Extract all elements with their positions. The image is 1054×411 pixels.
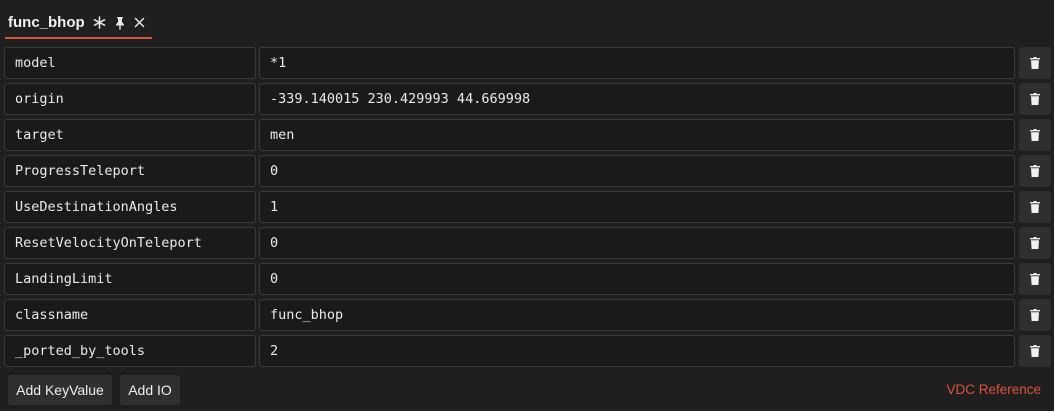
key-field[interactable]: _ported_by_tools — [4, 335, 256, 367]
tab-func-bhop[interactable]: func_bhop — [5, 8, 152, 39]
keyvalue-row: LandingLimit 0 — [4, 263, 1052, 295]
delete-button[interactable] — [1019, 155, 1051, 187]
value-field[interactable]: func_bhop — [259, 299, 1015, 331]
value-field[interactable]: *1 — [259, 47, 1015, 79]
trash-icon — [1030, 129, 1040, 141]
keyvalue-row: _ported_by_tools 2 — [4, 335, 1052, 367]
delete-button[interactable] — [1019, 83, 1051, 115]
keyvalue-row: classname func_bhop — [4, 299, 1052, 331]
keyvalue-row: model *1 — [4, 47, 1052, 79]
delete-button[interactable] — [1019, 335, 1051, 367]
key-field[interactable]: model — [4, 47, 256, 79]
key-field[interactable]: UseDestinationAngles — [4, 191, 256, 223]
value-field[interactable]: men — [259, 119, 1015, 151]
delete-button[interactable] — [1019, 191, 1051, 223]
delete-button[interactable] — [1019, 263, 1051, 295]
value-field[interactable]: 1 — [259, 191, 1015, 223]
value-field[interactable]: 0 — [259, 263, 1015, 295]
asterisk-icon[interactable] — [93, 16, 107, 30]
add-io-button[interactable]: Add IO — [120, 375, 180, 405]
trash-icon — [1030, 345, 1040, 357]
keyvalue-row: UseDestinationAngles 1 — [4, 191, 1052, 223]
keyvalue-list: model *1 origin -339.140015 230.429993 4… — [4, 47, 1052, 371]
key-field[interactable]: classname — [4, 299, 256, 331]
tab-bar: func_bhop — [0, 0, 1054, 40]
tab-title: func_bhop — [8, 14, 85, 31]
trash-icon — [1030, 93, 1040, 105]
vdc-reference-link[interactable]: VDC Reference — [946, 382, 1041, 397]
delete-button[interactable] — [1019, 119, 1051, 151]
delete-button[interactable] — [1019, 227, 1051, 259]
value-field[interactable]: 0 — [259, 227, 1015, 259]
trash-icon — [1030, 165, 1040, 177]
key-field[interactable]: ResetVelocityOnTeleport — [4, 227, 256, 259]
keyvalue-row: ProgressTeleport 0 — [4, 155, 1052, 187]
keyvalue-row: origin -339.140015 230.429993 44.669998 — [4, 83, 1052, 115]
key-field[interactable]: ProgressTeleport — [4, 155, 256, 187]
trash-icon — [1030, 273, 1040, 285]
trash-icon — [1030, 309, 1040, 321]
value-field[interactable]: 0 — [259, 155, 1015, 187]
value-field[interactable]: -339.140015 230.429993 44.669998 — [259, 83, 1015, 115]
key-field[interactable]: LandingLimit — [4, 263, 256, 295]
value-field[interactable]: 2 — [259, 335, 1015, 367]
keyvalue-row: ResetVelocityOnTeleport 0 — [4, 227, 1052, 259]
trash-icon — [1030, 237, 1040, 249]
delete-button[interactable] — [1019, 299, 1051, 331]
trash-icon — [1030, 57, 1040, 69]
footer-bar: Add KeyValue Add IO VDC Reference — [0, 372, 1054, 406]
key-field[interactable]: target — [4, 119, 256, 151]
keyvalue-row: target men — [4, 119, 1052, 151]
trash-icon — [1030, 201, 1040, 213]
key-field[interactable]: origin — [4, 83, 256, 115]
delete-button[interactable] — [1019, 47, 1051, 79]
add-keyvalue-button[interactable]: Add KeyValue — [8, 375, 112, 405]
close-icon[interactable] — [133, 16, 147, 30]
pin-icon[interactable] — [113, 16, 127, 30]
